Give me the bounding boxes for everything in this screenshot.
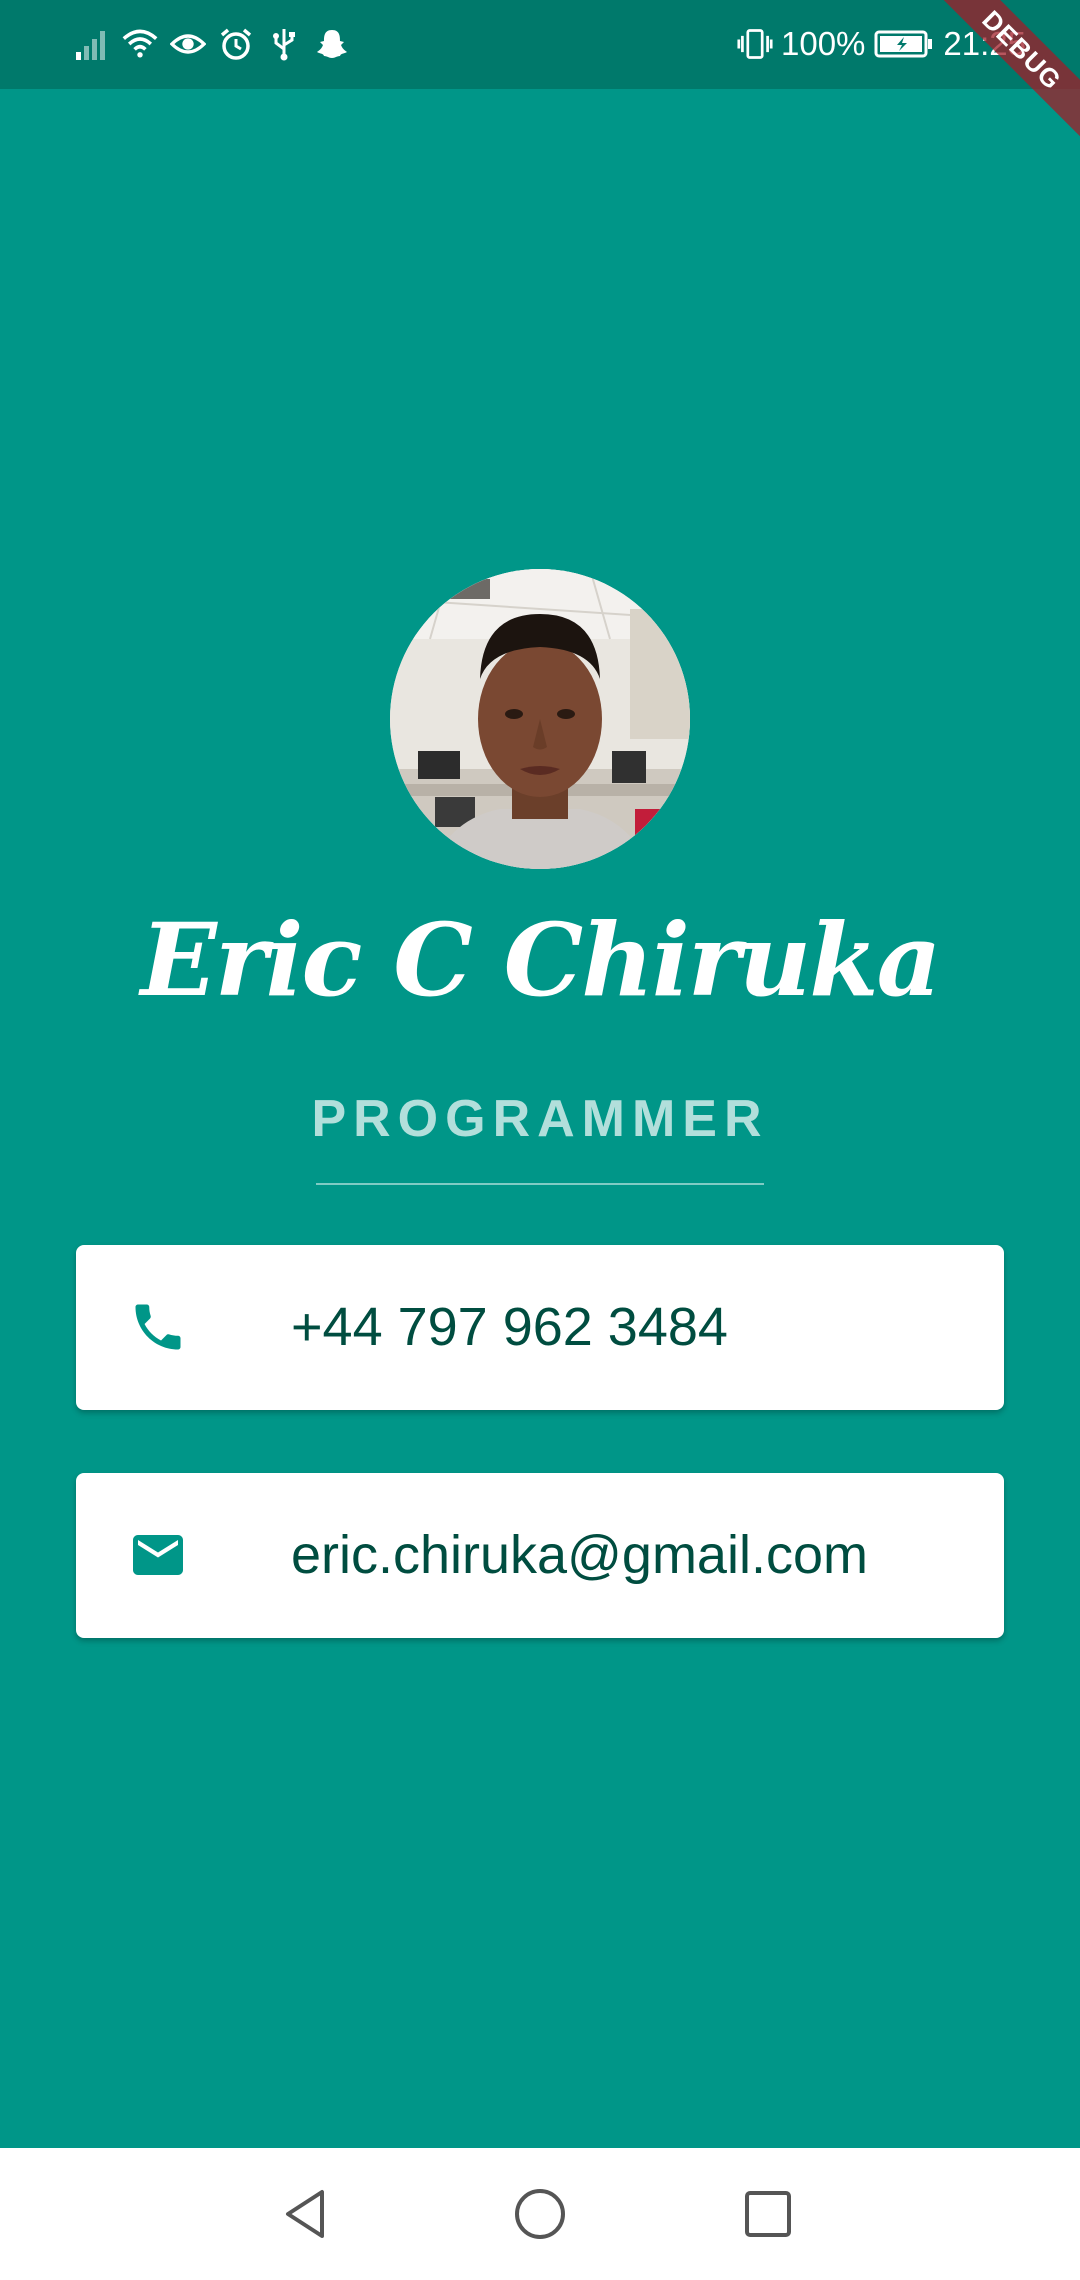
avatar xyxy=(390,569,690,869)
profile-title: PROGRAMMER xyxy=(311,1090,769,1148)
battery-icon xyxy=(873,24,935,64)
recents-icon[interactable] xyxy=(738,2184,798,2244)
email-card[interactable]: eric.chiruka@gmail.com xyxy=(76,1473,1004,1638)
phone-card[interactable]: +44 797 962 3484 xyxy=(76,1245,1004,1410)
back-icon[interactable] xyxy=(278,2184,338,2244)
signal-icon xyxy=(74,24,110,64)
eye-icon xyxy=(170,24,206,64)
alarm-icon xyxy=(218,24,254,64)
profile-photo xyxy=(390,569,690,869)
clock-time: 21:25 xyxy=(943,25,1026,62)
email-icon xyxy=(128,1525,188,1585)
usb-icon xyxy=(266,24,302,64)
email-address: eric.chiruka@gmail.com xyxy=(291,1525,868,1585)
profile-name: Eric C Chiruka xyxy=(140,901,942,1019)
phone-number: +44 797 962 3484 xyxy=(291,1297,728,1357)
status-left-icons xyxy=(74,24,350,64)
navigation-bar xyxy=(0,2148,1080,2280)
snapchat-icon xyxy=(314,24,350,64)
wifi-icon xyxy=(122,24,158,64)
vibrate-icon xyxy=(737,24,773,64)
status-right: 100% 21:25 xyxy=(737,24,1026,64)
status-bar: 100% 21:25 xyxy=(0,0,1080,89)
business-card-screen: 100% 21:25 DEBUG Eric C Chiruka PROGRAMM… xyxy=(0,0,1080,2280)
phone-icon xyxy=(128,1297,188,1357)
divider xyxy=(316,1183,764,1185)
battery-percent: 100% xyxy=(781,25,866,62)
home-icon[interactable] xyxy=(510,2184,570,2244)
